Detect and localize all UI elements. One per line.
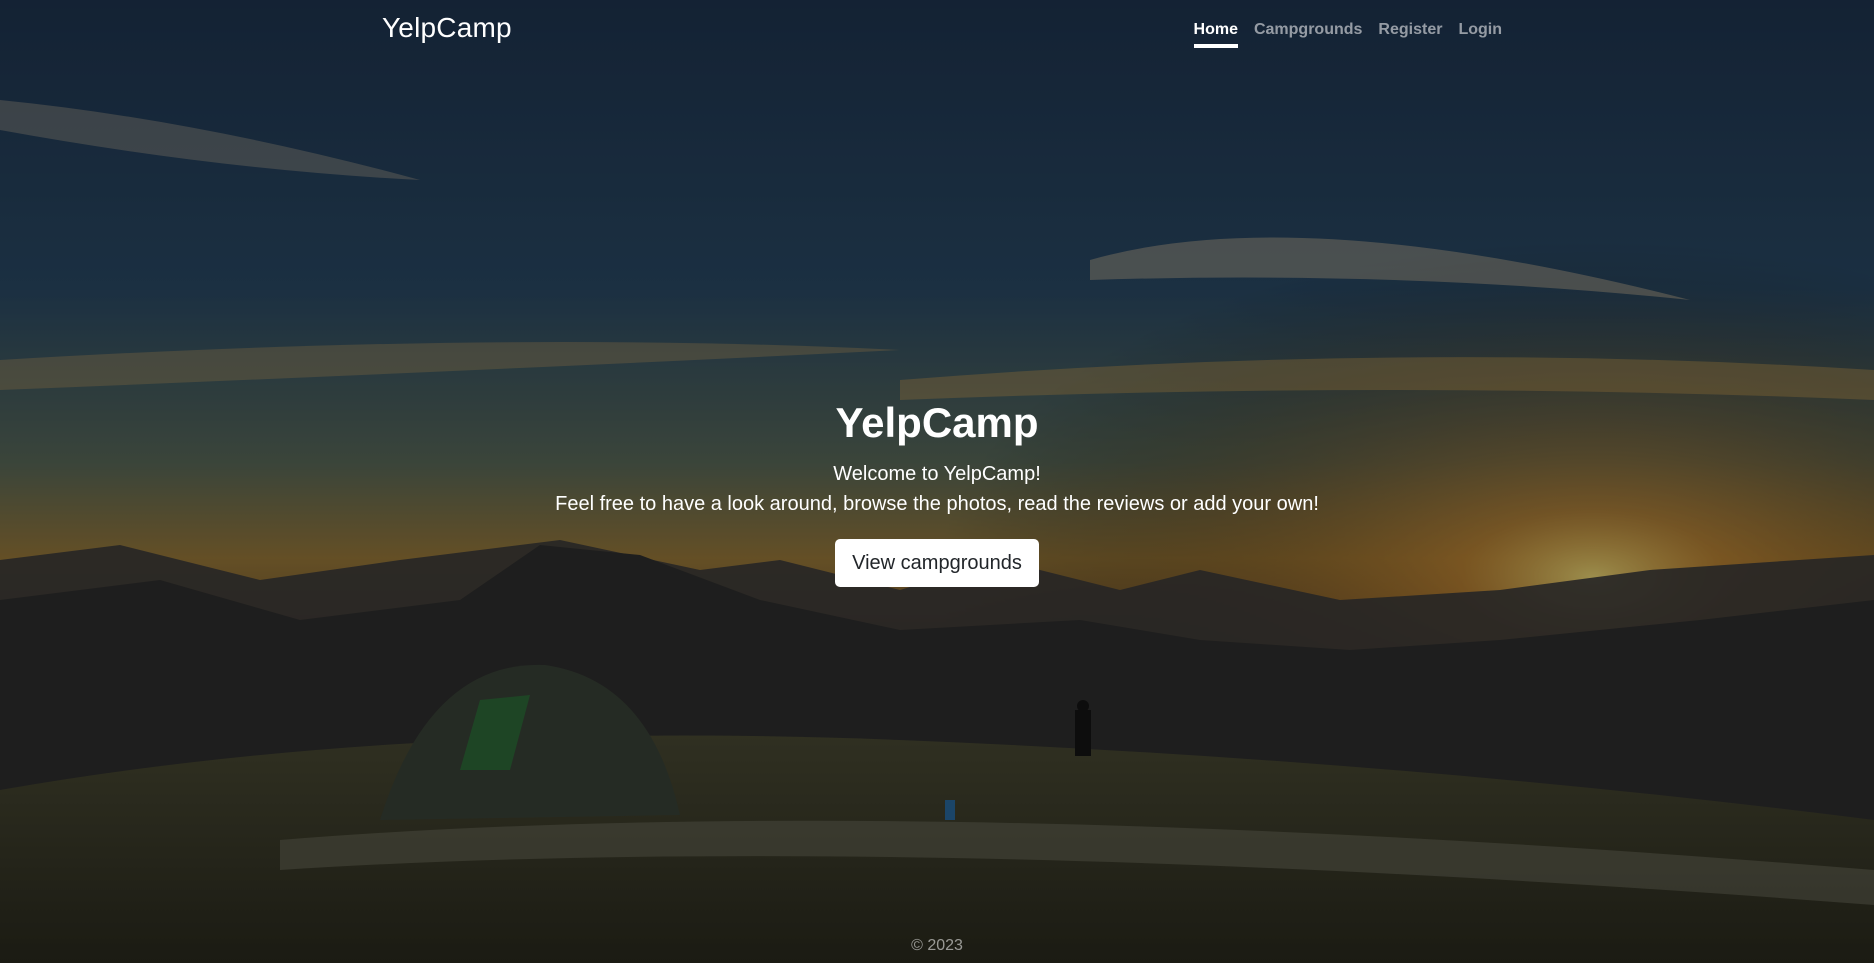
nav-links: Home Campgrounds Register Login — [1193, 8, 1502, 48]
nav-link-home[interactable]: Home — [1193, 16, 1238, 48]
footer: © 2023 — [0, 937, 1874, 955]
top-navbar: YelpCamp Home Campgrounds Register Login — [382, 0, 1502, 56]
brand-logo[interactable]: YelpCamp — [382, 12, 512, 44]
hero-title: YelpCamp — [835, 399, 1039, 446]
hero-section: YelpCamp Welcome to YelpCamp! Feel free … — [0, 395, 1874, 587]
nav-link-campgrounds[interactable]: Campgrounds — [1254, 16, 1362, 48]
landing-page: YelpCamp Home Campgrounds Register Login… — [0, 0, 1874, 963]
hero-welcome-text: Welcome to YelpCamp! — [833, 463, 1041, 485]
nav-link-login[interactable]: Login — [1458, 16, 1502, 48]
nav-link-register[interactable]: Register — [1378, 16, 1442, 48]
copyright-text: © 2023 — [911, 937, 963, 954]
hero-description-text: Feel free to have a look around, browse … — [555, 493, 1319, 515]
view-campgrounds-button[interactable]: View campgrounds — [835, 539, 1039, 587]
